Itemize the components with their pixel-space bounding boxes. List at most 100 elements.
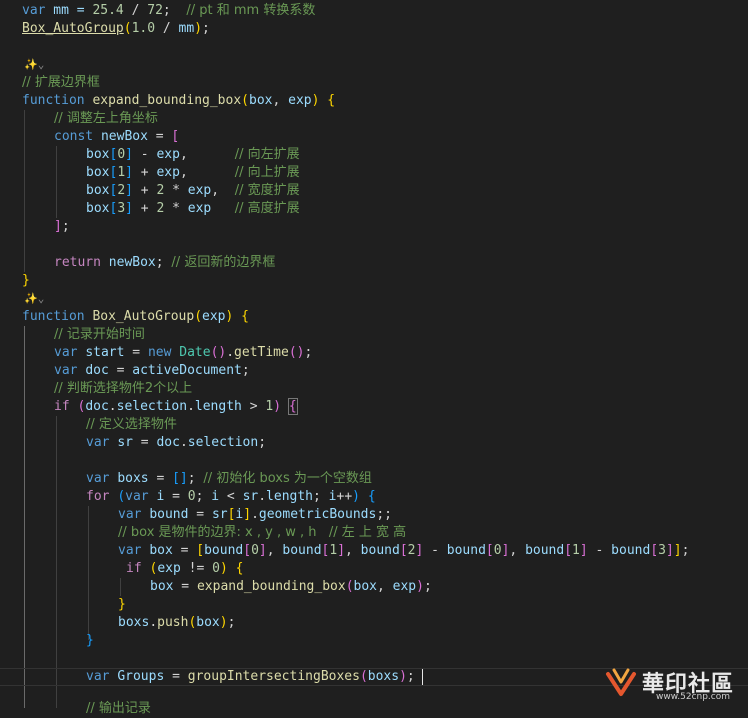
code-line-9[interactable]: box[1] + exp, // 向上扩展 — [86, 164, 300, 182]
token: ( — [359, 669, 368, 684]
token: newBox — [108, 255, 156, 270]
token: ; — [304, 345, 313, 360]
code-line-21[interactable]: // 判断选择物件2个以上 — [54, 380, 192, 398]
token: sr — [211, 507, 228, 522]
token: sr — [242, 489, 259, 504]
code-line-15[interactable]: } — [22, 272, 30, 290]
token: Date — [179, 345, 211, 360]
token: ] — [125, 165, 133, 180]
token: ] — [243, 507, 252, 522]
token: 25.4 — [92, 3, 124, 18]
code-line-17[interactable]: function Box_AutoGroup(exp) { — [22, 308, 249, 326]
token: ; — [258, 435, 267, 450]
token: ] — [258, 543, 267, 558]
indent-guide — [56, 146, 57, 218]
token: Box_AutoGroup — [22, 21, 124, 36]
code-line-2[interactable]: Box_AutoGroup(1.0 / mm); — [22, 20, 210, 38]
sparkle-chevron-icon[interactable]: ✨⌄ — [24, 56, 44, 74]
token: i — [328, 489, 337, 504]
code-line-10[interactable]: box[2] + 2 * exp, // 宽度扩展 — [86, 182, 300, 200]
code-line-28[interactable]: var bound = sr[i].geometricBounds;; — [118, 506, 392, 524]
token: ] — [125, 201, 133, 216]
indent-guide — [24, 110, 25, 272]
code-editor[interactable]: var mm = 25.4 / 72; // pt 和 mm 转换系数 Box_… — [0, 0, 748, 716]
code-line-5[interactable]: function expand_bounding_box(box, exp) { — [22, 92, 335, 110]
code-line-31[interactable]: if (exp != 0) { — [126, 560, 243, 578]
code-line-37[interactable]: var Groups = groupIntersectingBoxes(boxs… — [86, 668, 415, 686]
code-line-18[interactable]: // 记录开始时间 — [54, 326, 145, 344]
token: bound — [149, 507, 189, 522]
token: . — [251, 507, 259, 522]
code-line-19[interactable]: var start = new Date().getTime(); — [54, 344, 312, 362]
token: { — [235, 561, 244, 576]
token: > — [241, 399, 266, 414]
code-line-38[interactable]: // 输出记录 — [86, 700, 151, 718]
code-line-22[interactable]: if (doc.selection.length > 1) { — [54, 398, 298, 416]
token: ) — [399, 669, 407, 684]
token: box — [86, 201, 110, 216]
code-line-1[interactable]: var mm = 25.4 / 72; // pt 和 mm 转换系数 — [22, 2, 315, 20]
code-line-29[interactable]: // box 是物件的边界: x , y , w , h // 左 上 宽 高 — [118, 524, 406, 542]
token: = — [132, 435, 157, 450]
code-line-4[interactable]: // 扩展边界框 — [22, 74, 100, 92]
token: ] — [673, 543, 682, 558]
token: exp — [187, 201, 212, 216]
code-line-33[interactable]: } — [118, 596, 126, 614]
code-line-7[interactable]: const newBox = [ — [54, 128, 179, 146]
token: exp — [202, 309, 226, 324]
token: 0 — [493, 543, 502, 558]
code-line-24[interactable]: var sr = doc.selection; — [86, 434, 266, 452]
code-line-30[interactable]: var box = [bound[0], bound[1], bound[2] … — [118, 542, 689, 560]
token: exp — [392, 579, 417, 594]
token: ) — [219, 615, 228, 630]
token: . — [149, 615, 158, 630]
comment: // 调整左上角坐标 — [54, 111, 158, 126]
comment: // 输出记录 — [86, 701, 151, 716]
token: if — [54, 399, 70, 414]
token: activeDocument — [132, 363, 242, 378]
code-line-32[interactable]: box = expand_bounding_box(box, exp); — [150, 578, 432, 596]
code-line-6[interactable]: // 调整左上角坐标 — [54, 110, 158, 128]
code-line-34[interactable]: boxs.push(box); — [118, 614, 235, 632]
token: var — [54, 345, 78, 360]
code-line-12[interactable]: ]; — [54, 218, 70, 236]
sparkle-chevron-icon[interactable]: ✨⌄ — [24, 290, 44, 308]
token: box — [196, 615, 220, 630]
token: ) — [352, 489, 360, 504]
token: { — [241, 309, 249, 324]
token: ) — [273, 399, 289, 414]
token: 0 — [212, 561, 220, 576]
token: , — [266, 543, 283, 558]
token: bound — [204, 543, 244, 558]
token: - — [587, 543, 612, 558]
token: ; — [241, 363, 250, 378]
token: ( — [241, 93, 249, 108]
token: ; — [162, 3, 187, 18]
code-line-26[interactable]: var boxs = []; // 初始化 boxs 为一个空数组 — [86, 470, 372, 488]
token: var — [86, 669, 110, 684]
token: { — [287, 398, 298, 415]
token: [] — [172, 471, 188, 486]
token: var — [54, 363, 78, 378]
token: } — [86, 633, 94, 648]
code-line-20[interactable]: var doc = activeDocument; — [54, 362, 250, 380]
token: selection — [116, 399, 188, 414]
code-line-35[interactable]: } — [86, 632, 94, 650]
comment: // 向上扩展 — [234, 165, 300, 180]
code-line-14[interactable]: return newBox; // 返回新的边界框 — [54, 254, 275, 272]
comment: // 初始化 boxs 为一个空数组 — [203, 471, 372, 486]
token: function — [22, 309, 85, 324]
code-line-8[interactable]: box[0] - exp, // 向左扩展 — [86, 146, 300, 164]
token: new — [147, 345, 172, 360]
token: var — [125, 489, 149, 504]
token: boxs — [117, 471, 149, 486]
token: ( — [69, 399, 86, 414]
code-line-11[interactable]: box[3] + 2 * exp // 高度扩展 — [86, 200, 300, 218]
token: 0 — [187, 489, 196, 504]
code-line-27[interactable]: for (var i = 0; i < sr.length; i++) { — [86, 488, 376, 506]
token: ( — [123, 21, 132, 36]
token: / — [123, 3, 148, 18]
token: { — [367, 489, 376, 504]
token: * — [164, 183, 188, 198]
code-line-23[interactable]: // 定义选择物件 — [86, 416, 177, 434]
